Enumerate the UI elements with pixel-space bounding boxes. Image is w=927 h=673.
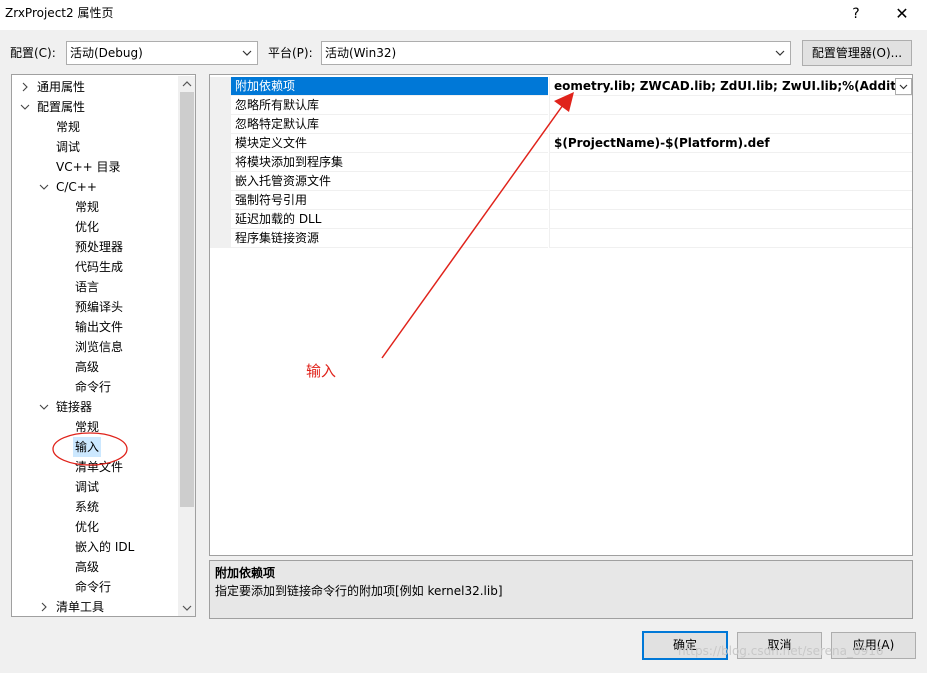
property-embed-managed-resource[interactable]: 嵌入托管资源文件 <box>231 172 548 191</box>
property-module-definition-file[interactable]: 模块定义文件 <box>231 134 548 153</box>
tree-item-debugging[interactable]: 调试 <box>56 137 80 157</box>
config-label: 配置(C): <box>10 46 56 60</box>
tree-scrollbar-thumb[interactable] <box>180 92 194 507</box>
tree-item-config-properties[interactable]: 配置属性 <box>37 97 85 117</box>
config-dropdown[interactable]: 活动(Debug) <box>66 41 258 65</box>
tree-item-general[interactable]: 常规 <box>56 117 80 137</box>
scroll-down-icon[interactable] <box>180 602 194 614</box>
property-value-delay-loaded-dlls[interactable] <box>549 210 912 229</box>
config-value: 活动(Debug) <box>70 46 143 60</box>
chevron-down-icon[interactable] <box>39 177 49 197</box>
grid-gutter <box>210 191 231 210</box>
tree-item-manifest-file[interactable]: 清单文件 <box>75 457 123 477</box>
tree-item-linker-debugging[interactable]: 调试 <box>75 477 99 497</box>
grid-gutter <box>210 210 231 229</box>
grid-gutter <box>210 134 231 153</box>
tree-item-code-generation[interactable]: 代码生成 <box>75 257 123 277</box>
chevron-right-icon[interactable] <box>20 77 30 97</box>
tree-item-preprocessor[interactable]: 预处理器 <box>75 237 123 257</box>
property-value-ignore-specific-default-libs[interactable] <box>549 115 912 134</box>
property-value-force-symbol-references[interactable] <box>549 191 912 210</box>
tree-item-output-files[interactable]: 输出文件 <box>75 317 123 337</box>
tree-item-linker-command-line[interactable]: 命令行 <box>75 577 111 597</box>
property-value-assembly-link-resource[interactable] <box>549 229 912 248</box>
window-title: ZrxProject2 属性页 <box>5 6 114 20</box>
grid-gutter <box>210 172 231 191</box>
chevron-down-icon <box>899 84 908 90</box>
tree-item-embedded-idl[interactable]: 嵌入的 IDL <box>75 537 134 557</box>
tree-item-system[interactable]: 系统 <box>75 497 99 517</box>
grid-gutter <box>210 115 231 134</box>
platform-value: 活动(Win32) <box>325 46 397 60</box>
annotation-label: 输入 <box>306 362 337 380</box>
tree-item-cpp-general[interactable]: 常规 <box>75 197 99 217</box>
tree-item-language[interactable]: 语言 <box>75 277 99 297</box>
chevron-down-icon[interactable] <box>39 397 49 417</box>
tree-item-cpp-command-line[interactable]: 命令行 <box>75 377 111 397</box>
tree-item-linker-advanced[interactable]: 高级 <box>75 557 99 577</box>
property-add-module-to-assembly[interactable]: 将模块添加到程序集 <box>231 153 548 172</box>
property-value-additional-dependencies[interactable]: eometry.lib; ZWCAD.lib; ZdUI.lib; ZwUI.l… <box>549 77 912 96</box>
property-assembly-link-resource[interactable]: 程序集链接资源 <box>231 229 548 248</box>
scroll-up-icon[interactable] <box>180 78 194 90</box>
property-ignore-all-default-libs[interactable]: 忽略所有默认库 <box>231 96 548 115</box>
chevron-down-icon <box>242 50 252 56</box>
tree-item-linker-input[interactable]: 输入 <box>73 437 102 457</box>
chevron-down-icon[interactable] <box>20 97 30 117</box>
config-manager-button[interactable]: 配置管理器(O)... <box>802 40 912 66</box>
grid-gutter <box>210 96 231 115</box>
property-additional-dependencies[interactable]: 附加依赖项 <box>231 77 548 96</box>
value-dropdown-button[interactable] <box>895 78 912 95</box>
title-bar <box>0 0 927 30</box>
platform-label: 平台(P): <box>268 46 313 60</box>
description-title: 附加依赖项 <box>215 566 276 580</box>
help-button[interactable]: ? <box>840 0 872 28</box>
tree-item-linker[interactable]: 链接器 <box>56 397 92 417</box>
watermark: https://blog.csdn.net/serena_0916 <box>678 644 884 658</box>
property-delay-loaded-dlls[interactable]: 延迟加载的 DLL <box>231 210 548 229</box>
chevron-right-icon[interactable] <box>39 597 49 617</box>
property-value-module-definition-file[interactable]: $(ProjectName)-$(Platform).def <box>549 134 912 153</box>
property-value-ignore-all-default-libs[interactable] <box>549 96 912 115</box>
description-text: 指定要添加到链接命令行的附加项[例如 kernel32.lib] <box>215 584 503 598</box>
tree-item-browse-info[interactable]: 浏览信息 <box>75 337 123 357</box>
property-value-add-module-to-assembly[interactable] <box>549 153 912 172</box>
tree-item-manifest-tool[interactable]: 清单工具 <box>56 597 104 616</box>
grid-gutter <box>210 229 231 248</box>
platform-dropdown[interactable]: 活动(Win32) <box>321 41 791 65</box>
tree-item-common-properties[interactable]: 通用属性 <box>37 77 85 97</box>
description-pane: 附加依赖项 指定要添加到链接命令行的附加项[例如 kernel32.lib] <box>209 560 913 619</box>
tree-item-cpp-advanced[interactable]: 高级 <box>75 357 99 377</box>
chevron-down-icon <box>775 50 785 56</box>
property-value-embed-managed-resource[interactable] <box>549 172 912 191</box>
property-tree[interactable]: 通用属性 配置属性 常规 调试 VC++ 目录 C/C++ 常规 优化 预处理器… <box>11 74 196 617</box>
tree-item-cpp[interactable]: C/C++ <box>56 177 97 197</box>
property-ignore-specific-default-libs[interactable]: 忽略特定默认库 <box>231 115 548 134</box>
grid-gutter <box>210 77 231 96</box>
tree-item-precompiled-headers[interactable]: 预编译头 <box>75 297 123 317</box>
tree-item-vc-directories[interactable]: VC++ 目录 <box>56 157 121 177</box>
property-force-symbol-references[interactable]: 强制符号引用 <box>231 191 548 210</box>
tree-item-linker-general[interactable]: 常规 <box>75 417 99 437</box>
tree-item-linker-optimization[interactable]: 优化 <box>75 517 99 537</box>
property-grid[interactable]: 附加依赖项 eometry.lib; ZWCAD.lib; ZdUI.lib; … <box>209 74 913 556</box>
close-button[interactable]: ✕ <box>882 0 922 28</box>
tree-item-cpp-optimization[interactable]: 优化 <box>75 217 99 237</box>
grid-gutter <box>210 153 231 172</box>
